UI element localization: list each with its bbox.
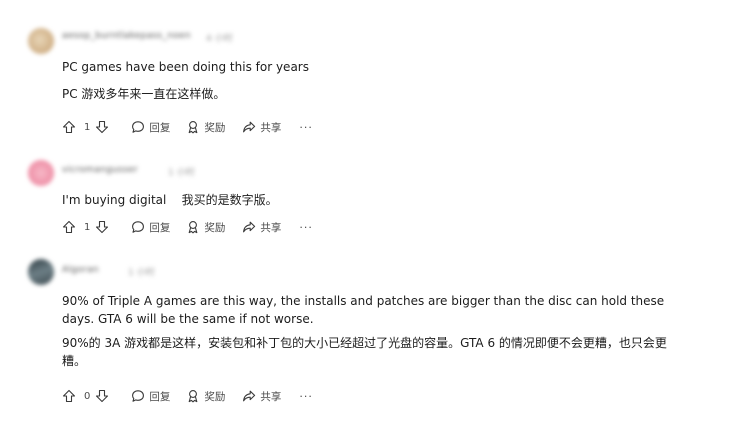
- vote-count: 1: [84, 121, 91, 133]
- comment-text-en: PC games have been doing this for years: [62, 60, 309, 74]
- share-arrow-icon: [242, 389, 256, 403]
- avatar[interactable]: [28, 259, 54, 285]
- downvote-button[interactable]: [95, 389, 109, 403]
- comment-text: I'm buying digital 我买的是数字版。: [62, 193, 278, 207]
- comment-text-zh: PC 游戏多年来一直在这样做。: [62, 87, 226, 101]
- award-label: 奖励: [204, 121, 226, 134]
- award-label: 奖励: [204, 390, 226, 403]
- award-button[interactable]: 奖励: [186, 120, 225, 135]
- share-label: 共享: [260, 121, 282, 134]
- comment: aesop_burntlakepass_noen 4 小时 PC games h…: [0, 0, 738, 145]
- comment-bubble-icon: [131, 389, 145, 403]
- share-label: 共享: [260, 390, 282, 403]
- share-label: 共享: [260, 221, 282, 234]
- more-options-button[interactable]: ···: [299, 121, 313, 134]
- award-label: 奖励: [204, 221, 226, 234]
- reply-button[interactable]: 回复: [131, 220, 170, 235]
- avatar[interactable]: [28, 28, 54, 54]
- share-button[interactable]: 共享: [242, 389, 281, 404]
- comment-text-zh: 90%的 3A 游戏都是这样，安装包和补丁包的大小已经超过了光盘的容量。GTA …: [62, 336, 667, 368]
- arrow-up-icon: [62, 120, 76, 134]
- downvote-button[interactable]: [95, 120, 109, 134]
- vote-count: 1: [84, 221, 91, 233]
- upvote-button[interactable]: [62, 120, 76, 134]
- arrow-down-icon: [95, 220, 109, 234]
- username[interactable]: Algoran: [62, 265, 99, 275]
- award-medal-icon: [186, 120, 200, 134]
- share-button[interactable]: 共享: [242, 120, 281, 135]
- timestamp: 1 小时: [128, 268, 155, 278]
- comment-bubble-icon: [131, 220, 145, 234]
- timestamp: 4 小时: [206, 34, 233, 44]
- arrow-down-icon: [95, 389, 109, 403]
- comment-actions: 1 回复 奖励 共享 ···: [62, 218, 313, 236]
- more-options-button[interactable]: ···: [299, 390, 313, 403]
- reply-label: 回复: [149, 390, 171, 403]
- comment-actions: 0 回复 奖励 共享 ···: [62, 387, 313, 405]
- upvote-button[interactable]: [62, 220, 76, 234]
- arrow-up-icon: [62, 389, 76, 403]
- downvote-button[interactable]: [95, 220, 109, 234]
- username[interactable]: aesop_burntlakepass_noen: [62, 31, 191, 41]
- share-arrow-icon: [242, 220, 256, 234]
- arrow-up-icon: [62, 220, 76, 234]
- more-options-button[interactable]: ···: [299, 221, 313, 234]
- username[interactable]: vicromangusser: [62, 165, 138, 175]
- award-button[interactable]: 奖励: [186, 220, 225, 235]
- comment-text-en: 90% of Triple A games are this way, the …: [62, 294, 665, 326]
- upvote-button[interactable]: [62, 389, 76, 403]
- comment-actions: 1 回复 奖励 共享 ···: [62, 118, 313, 136]
- vote-count: 0: [84, 390, 91, 402]
- award-button[interactable]: 奖励: [186, 389, 225, 404]
- share-arrow-icon: [242, 120, 256, 134]
- reply-label: 回复: [149, 121, 171, 134]
- comment: Algoran 1 小时 90% of Triple A games are t…: [0, 245, 738, 422]
- reply-button[interactable]: 回复: [131, 389, 170, 404]
- reply-label: 回复: [149, 221, 171, 234]
- comment: vicromangusser 1 小时 I'm buying digital 我…: [0, 145, 738, 245]
- comment-bubble-icon: [131, 120, 145, 134]
- award-medal-icon: [186, 220, 200, 234]
- arrow-down-icon: [95, 120, 109, 134]
- timestamp: 1 小时: [168, 168, 195, 178]
- reply-button[interactable]: 回复: [131, 120, 170, 135]
- award-medal-icon: [186, 389, 200, 403]
- share-button[interactable]: 共享: [242, 220, 281, 235]
- avatar[interactable]: [28, 160, 54, 186]
